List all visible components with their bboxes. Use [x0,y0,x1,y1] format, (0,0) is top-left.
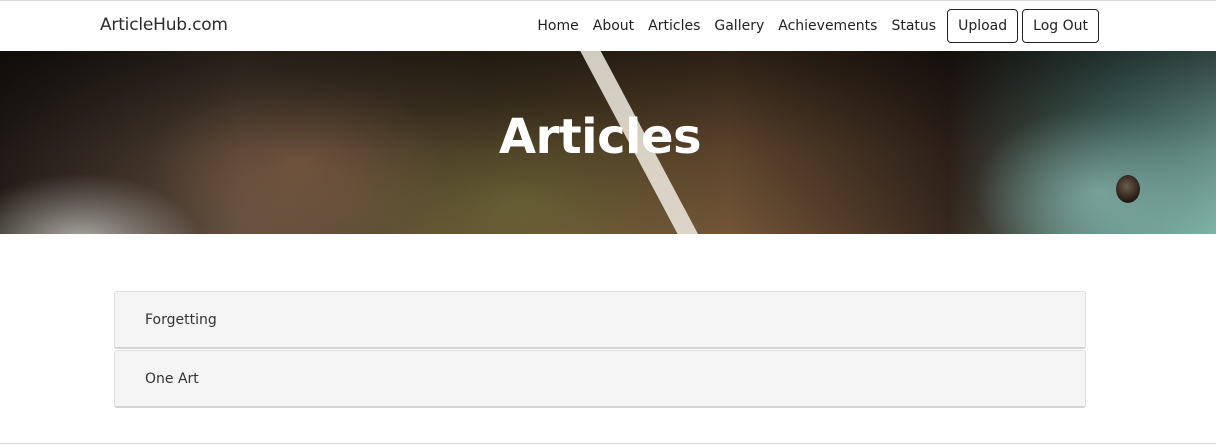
nav-link-articles[interactable]: Articles [641,9,707,43]
article-list: Forgetting One Art [114,291,1086,409]
brand-link[interactable]: ArticleHub.com [100,15,228,35]
nav-link-status[interactable]: Status [884,9,943,43]
hero-image-detail [1116,175,1140,203]
nav-link-gallery[interactable]: Gallery [707,9,771,43]
page-title: Articles [498,109,702,165]
divider [0,443,1216,444]
article-item[interactable]: Forgetting [114,291,1086,349]
hero-banner: Articles [0,51,1216,234]
article-item[interactable]: One Art [114,350,1086,408]
nav-link-about[interactable]: About [586,9,641,43]
upload-button[interactable]: Upload [947,9,1019,43]
nav-link-home[interactable]: Home [530,9,585,43]
nav-links: Home About Articles Gallery Achievements… [530,9,1099,43]
logout-button[interactable]: Log Out [1022,9,1099,43]
nav-link-achievements[interactable]: Achievements [771,9,884,43]
top-navbar: ArticleHub.com Home About Articles Galle… [0,0,1216,51]
